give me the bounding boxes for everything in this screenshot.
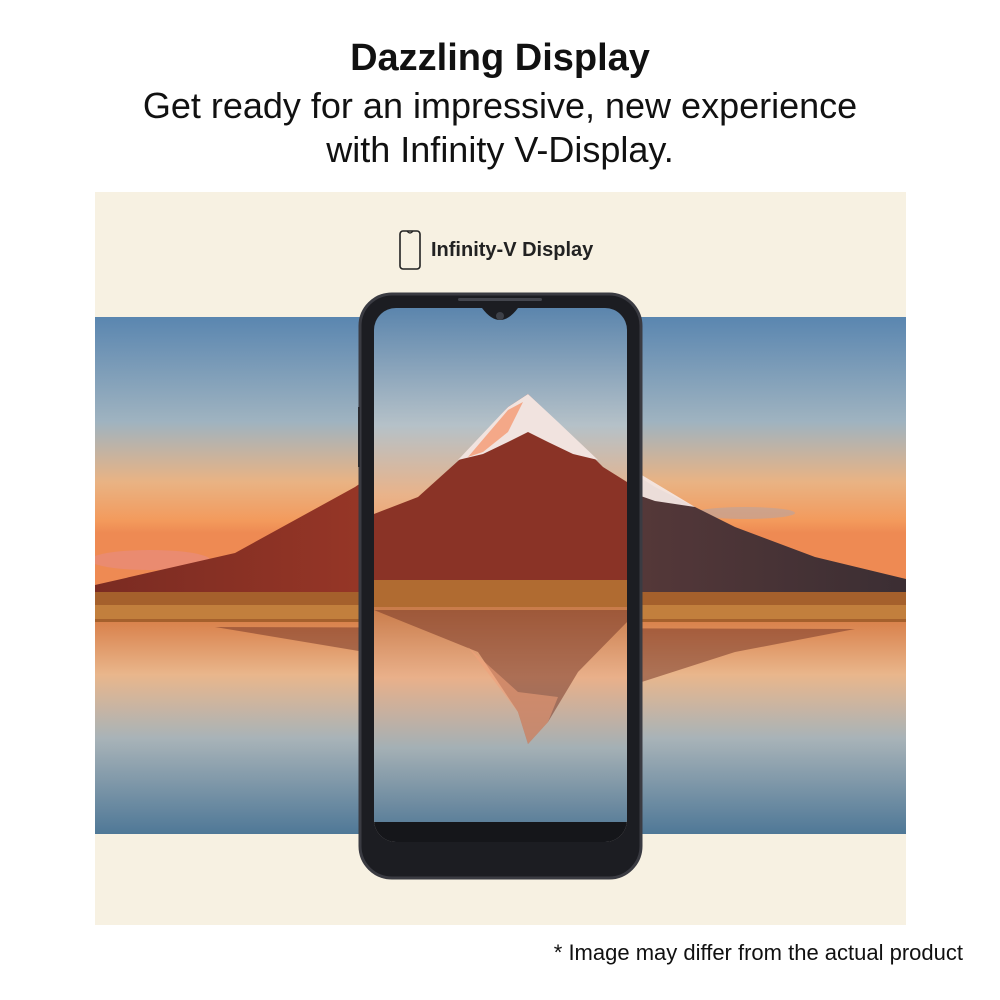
page-subtitle: Get ready for an impressive, new experie… [0,84,1000,172]
disclaimer-text: * Image may differ from the actual produ… [553,940,963,965]
badge-label: Infinity-V Display [431,238,594,261]
phone-device [358,292,643,880]
subtitle-line-2: with Infinity V-Display. [326,129,674,170]
phone-outline-icon [399,230,421,270]
subtitle-line-1: Get ready for an impressive, new experie… [142,85,858,126]
product-showcase-panel: Infinity-V Display [95,192,906,925]
infinity-v-badge: Infinity-V Display [399,230,593,270]
page-title: Dazzling Display [350,37,650,79]
